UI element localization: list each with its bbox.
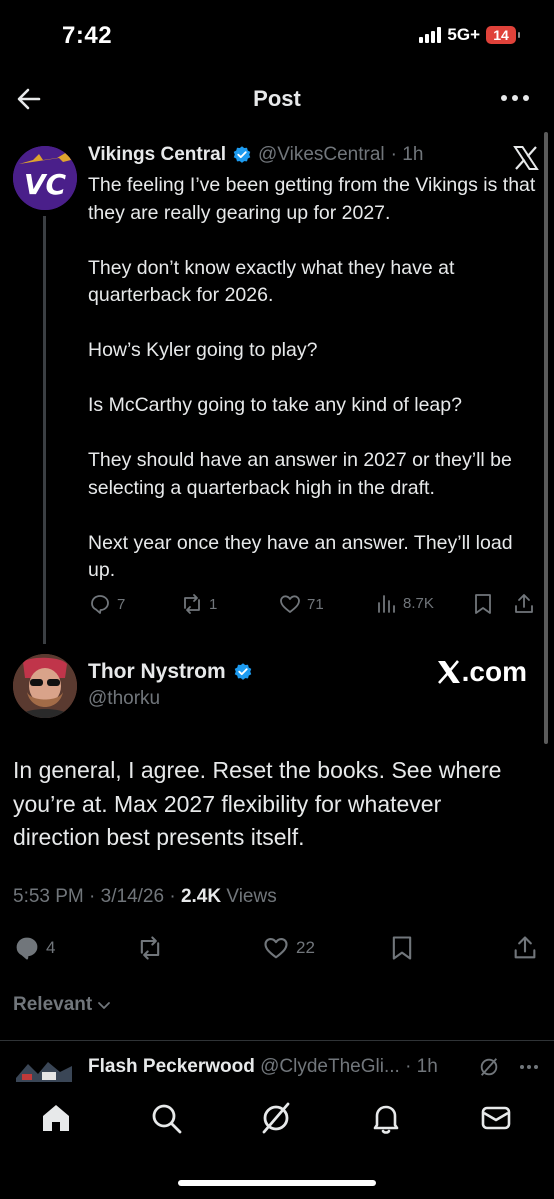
status-time: 7:42 xyxy=(62,22,113,49)
network-type: 5G+ xyxy=(447,25,480,44)
share-button[interactable] xyxy=(512,592,536,616)
arrow-left-icon xyxy=(17,88,41,110)
divider xyxy=(0,1040,554,1041)
main-tweet-actions: 4 22 xyxy=(13,934,541,962)
author-handle[interactable]: @VikesCentral xyxy=(258,144,385,166)
tab-notifications[interactable] xyxy=(368,1100,404,1136)
repost-button[interactable] xyxy=(135,934,165,962)
author-name[interactable]: Vikings Central xyxy=(88,144,226,166)
vc-logo: VC xyxy=(13,146,77,210)
more-horizontal-icon[interactable] xyxy=(518,1056,540,1078)
main-tweet-text: In general, I agree. Reset the books. Se… xyxy=(13,757,502,850)
sort-dropdown[interactable]: Relevant xyxy=(13,994,112,1016)
status-indicators: 5G+ 14 xyxy=(419,25,520,45)
reply-button[interactable]: 7 xyxy=(88,592,125,616)
repost-icon xyxy=(184,594,200,614)
tweet-text: The feeling I’ve been getting from the V… xyxy=(88,172,540,585)
search-icon xyxy=(152,1104,182,1134)
home-indicator xyxy=(178,1180,376,1186)
reply-icon xyxy=(16,937,38,960)
reply-icon xyxy=(91,595,109,614)
tab-search[interactable] xyxy=(148,1100,184,1136)
tweet-paragraph: The feeling I’ve been getting from the V… xyxy=(88,174,536,224)
share-icon xyxy=(515,594,533,613)
more-horizontal-icon xyxy=(501,95,529,101)
mail-icon xyxy=(481,1106,511,1130)
grok-icon xyxy=(262,1102,290,1134)
views-icon xyxy=(378,595,395,613)
author-handle[interactable]: @thorku xyxy=(88,688,160,710)
thread-connector xyxy=(43,216,46,644)
more-options-button[interactable] xyxy=(498,84,532,112)
avatar-thor-nystrom[interactable] xyxy=(13,654,77,718)
tweet-author-row: Vikings Central @VikesCentral · 1h xyxy=(88,144,423,166)
sort-label: Relevant xyxy=(13,994,93,1015)
reply-time: · 1h xyxy=(405,1056,438,1077)
tab-grok[interactable] xyxy=(258,1100,294,1136)
tab-messages[interactable] xyxy=(478,1100,514,1136)
like-count: 22 xyxy=(296,938,315,957)
repost-button[interactable]: 1 xyxy=(180,592,217,616)
views-button[interactable]: 8.7K xyxy=(376,592,434,614)
reply-author-row: Flash Peckerwood @ClydeTheGli... · 1h xyxy=(88,1056,438,1078)
views-label: Views xyxy=(226,886,277,907)
avatar-text: VC xyxy=(24,168,67,201)
bookmark-icon xyxy=(392,936,412,960)
verified-badge-icon xyxy=(234,663,251,680)
reply-button[interactable]: 4 xyxy=(13,934,55,962)
avatar-vikings-central[interactable]: VC xyxy=(13,146,77,210)
heart-icon xyxy=(264,937,288,959)
back-button[interactable] xyxy=(14,84,44,114)
x-logo-icon xyxy=(512,144,540,172)
share-button[interactable] xyxy=(511,934,539,962)
bell-icon xyxy=(373,1105,399,1134)
page-title: Post xyxy=(253,86,301,111)
views-count: 2.4K xyxy=(180,886,222,907)
reply-controls xyxy=(478,1056,540,1078)
profile-photo xyxy=(13,654,77,718)
bookmark-button[interactable] xyxy=(389,934,415,962)
tweet-paragraph: Next year once they have an answer. They… xyxy=(88,531,513,582)
grok-icon[interactable] xyxy=(478,1056,500,1078)
reply-count: 4 xyxy=(46,938,56,957)
reply-author-name[interactable]: Flash Peckerwood xyxy=(88,1056,255,1077)
author-name[interactable]: Thor Nystrom xyxy=(88,660,226,684)
battery-level: 14 xyxy=(486,26,520,44)
tweet-actions: 7 1 71 8.7K xyxy=(88,592,540,618)
watermark-text: .com xyxy=(461,656,527,687)
main-author-row: Thor Nystrom xyxy=(88,660,253,684)
like-count: 71 xyxy=(307,595,324,613)
post-time: · 1h xyxy=(390,144,424,165)
reply-count: 7 xyxy=(117,595,126,613)
tweet-time: 5:53 PM xyxy=(13,886,84,907)
reply-avatar[interactable] xyxy=(14,1056,74,1084)
share-icon xyxy=(514,936,536,959)
scrollbar[interactable] xyxy=(544,132,548,744)
tab-home[interactable] xyxy=(38,1100,74,1136)
verified-badge-icon xyxy=(233,146,251,163)
bookmark-icon xyxy=(475,594,491,614)
reply-author-handle[interactable]: @ClydeTheGli... xyxy=(260,1056,400,1077)
reply-avatar-image xyxy=(14,1056,74,1084)
home-icon xyxy=(43,1105,69,1131)
tweet-paragraph: Is McCarthy going to take any kind of le… xyxy=(88,394,462,416)
bookmark-button[interactable] xyxy=(472,592,494,616)
signal-icon xyxy=(419,27,442,43)
tweet-paragraph: They don’t know exactly what they have a… xyxy=(88,256,455,307)
xcom-watermark: .com xyxy=(436,656,527,688)
tweet-paragraph: They should have an answer in 2027 or th… xyxy=(88,449,512,499)
tweet-date: 3/14/26 xyxy=(100,886,165,907)
repost-count: 1 xyxy=(209,595,218,613)
like-button[interactable]: 71 xyxy=(278,592,324,616)
views-count: 8.7K xyxy=(403,594,434,612)
like-button[interactable]: 22 xyxy=(261,934,315,962)
tweet-paragraph: How’s Kyler going to play? xyxy=(88,339,318,361)
x-logo-icon xyxy=(437,660,460,684)
chevron-down-icon xyxy=(98,1002,111,1009)
heart-icon xyxy=(280,595,300,613)
repost-icon xyxy=(140,936,160,960)
tweet-meta: 5:53 PM · 3/14/26 · 2.4K Views xyxy=(13,886,277,907)
